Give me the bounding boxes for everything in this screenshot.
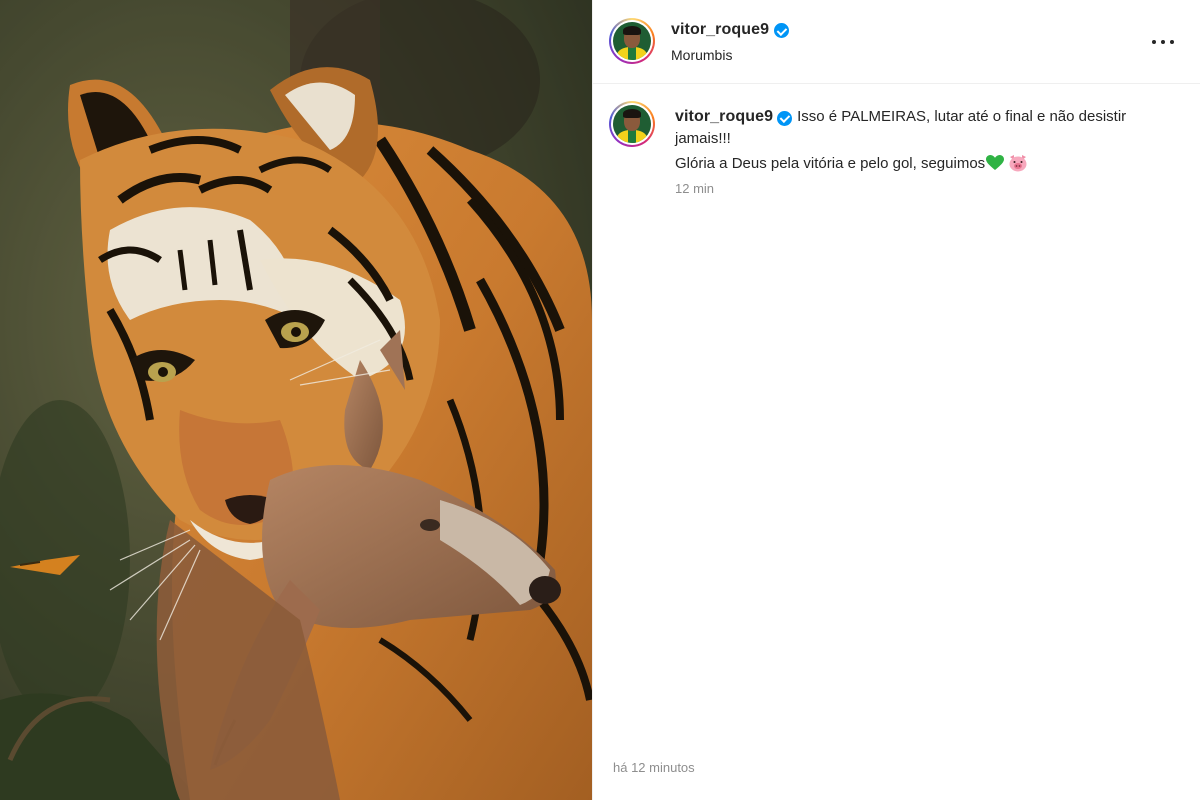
pig-face-emoji xyxy=(1009,155,1027,172)
post-side-panel: vitor_roque9 Morumbis vitor_roque9 Isso é… xyxy=(592,0,1200,800)
avatar-ring xyxy=(611,103,653,145)
post-photo[interactable] xyxy=(0,0,592,800)
green-heart-emoji xyxy=(986,155,1005,170)
verified-badge-icon xyxy=(774,23,789,38)
header-username[interactable]: vitor_roque9 xyxy=(671,21,769,39)
caption-line-2: Glória a Deus pela vitória e pelo gol, s… xyxy=(675,155,986,172)
avatar-image xyxy=(613,105,651,143)
more-options-button[interactable] xyxy=(1148,30,1178,54)
post-timestamp[interactable]: há 12 minutos xyxy=(613,760,695,775)
avatar-ring xyxy=(611,20,653,62)
verified-badge-icon xyxy=(777,110,793,126)
more-options-icon xyxy=(1161,40,1165,44)
more-options-icon xyxy=(1170,40,1174,44)
location-link[interactable]: Morumbis xyxy=(671,47,732,63)
avatar-stripe xyxy=(628,47,636,60)
avatar[interactable] xyxy=(609,18,655,64)
avatar-hair xyxy=(623,109,641,118)
avatar-image xyxy=(613,22,651,60)
caption-username[interactable]: vitor_roque9 xyxy=(675,108,773,125)
avatar-hair xyxy=(623,26,641,35)
avatar[interactable] xyxy=(609,101,655,147)
post-header: vitor_roque9 Morumbis xyxy=(593,0,1200,84)
tiger-with-prey-photo xyxy=(0,0,592,800)
caption-text: vitor_roque9 Isso é PALMEIRAS, lutar até … xyxy=(675,106,1175,175)
comment-timestamp[interactable]: 12 min xyxy=(675,181,714,196)
avatar-stripe xyxy=(628,130,636,143)
more-options-icon xyxy=(1152,40,1156,44)
